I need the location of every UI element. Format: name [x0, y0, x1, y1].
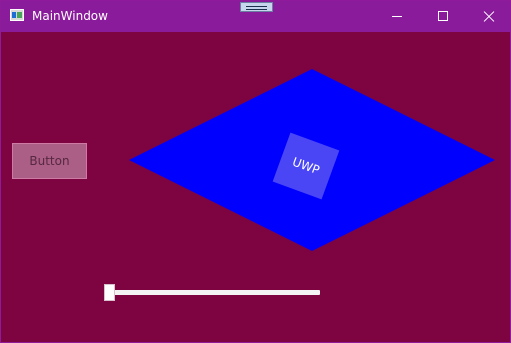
- wpf-button[interactable]: Button: [12, 143, 87, 179]
- slider-track[interactable]: [105, 290, 320, 295]
- maximize-button[interactable]: [420, 1, 466, 32]
- main-window: MainWindow Button UWP: [0, 0, 511, 343]
- diamond-shape-container: [129, 69, 495, 251]
- window-debug-toolbar-icon[interactable]: [240, 2, 273, 12]
- app-icon: [10, 9, 24, 21]
- slider-thumb[interactable]: [104, 284, 115, 301]
- title-bar[interactable]: MainWindow: [1, 1, 510, 32]
- minimize-button[interactable]: [374, 1, 420, 32]
- window-content: Button UWP: [1, 32, 510, 342]
- window-title: MainWindow: [32, 9, 108, 23]
- close-button[interactable]: [466, 1, 510, 32]
- uwp-label: UWP: [290, 154, 322, 178]
- uwp-card-surface: UWP: [272, 132, 340, 200]
